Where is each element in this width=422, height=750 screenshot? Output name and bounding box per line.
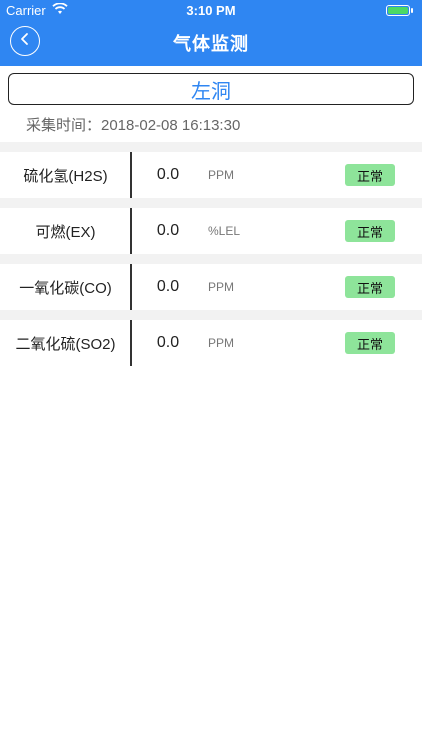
- gas-unit: PPM: [208, 280, 235, 294]
- location-label: 左洞: [191, 80, 231, 103]
- gas-name: 一氧化碳(CO): [19, 279, 112, 297]
- status-badge: 正常: [345, 220, 395, 242]
- row-divider: [130, 208, 132, 254]
- collect-time: 采集时间：2018-02-08 16:13:30: [26, 117, 241, 134]
- gas-name: 硫化氢(H2S): [23, 167, 108, 185]
- gas-row-ex[interactable]: 可燃(EX) 0.0 %LEL 正常: [0, 208, 422, 254]
- header: Carrier 3:10 PM 气体监测: [0, 0, 422, 66]
- page-title: 气体监测: [173, 34, 249, 54]
- gas-value: 0.0: [156, 278, 180, 295]
- nav-bar: 气体监测: [0, 22, 422, 66]
- gas-value: 0.0: [156, 166, 180, 183]
- gas-unit: PPM: [208, 336, 235, 350]
- row-separator: [0, 310, 422, 320]
- status-bar: Carrier 3:10 PM: [0, 0, 422, 22]
- gas-name: 二氧化硫(SO2): [15, 335, 116, 353]
- gas-value: 0.0: [156, 334, 180, 351]
- location-selector[interactable]: 左洞: [8, 73, 414, 105]
- row-separator: [0, 254, 422, 264]
- gas-value: 0.0: [156, 222, 180, 239]
- row-divider: [130, 152, 132, 198]
- gas-name: 可燃(EX): [35, 223, 96, 241]
- gas-row-co[interactable]: 一氧化碳(CO) 0.0 PPM 正常: [0, 264, 422, 310]
- row-divider: [130, 264, 132, 310]
- gas-row-h2s[interactable]: 硫化氢(H2S) 0.0 PPM 正常: [0, 152, 422, 198]
- row-divider: [130, 320, 132, 366]
- row-separator: [0, 198, 422, 208]
- row-separator: [0, 142, 422, 152]
- status-badge: 正常: [345, 276, 395, 298]
- gas-unit: %LEL: [208, 224, 241, 238]
- status-badge: 正常: [345, 164, 395, 186]
- gas-unit: PPM: [208, 168, 235, 182]
- battery-icon: [382, 5, 413, 17]
- gas-row-so2[interactable]: 二氧化硫(SO2) 0.0 PPM 正常: [0, 320, 422, 366]
- status-badge: 正常: [345, 332, 395, 354]
- status-time: 3:10 PM: [186, 3, 236, 18]
